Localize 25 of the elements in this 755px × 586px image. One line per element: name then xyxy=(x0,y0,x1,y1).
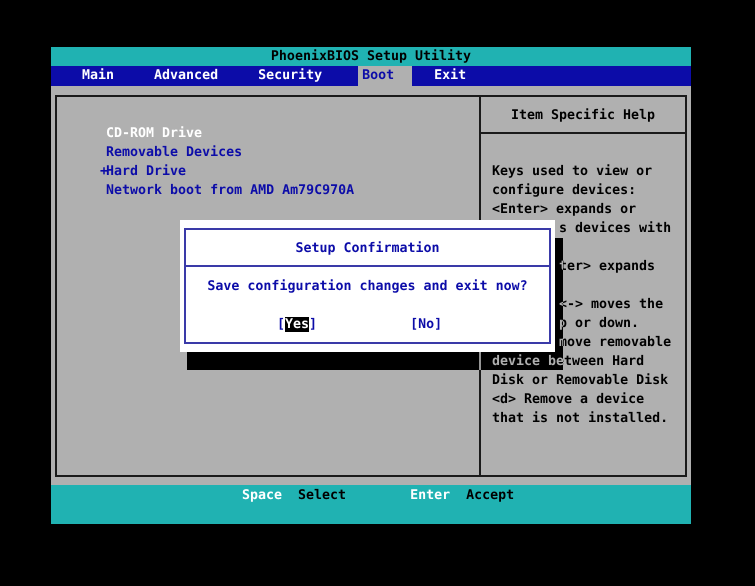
window-title: PhoenixBIOS Setup Utility xyxy=(51,47,691,66)
dialog-message: Save configuration changes and exit now? xyxy=(206,278,529,296)
menu-tab[interactable]: Advanced xyxy=(150,66,236,86)
dialog-title: Setup Confirmation xyxy=(186,230,549,267)
key-action: Accept xyxy=(466,487,514,505)
boot-item[interactable]: Removable Devices xyxy=(106,145,242,160)
help-title: Item Specific Help xyxy=(481,97,685,134)
cancel-button[interactable]: [No] xyxy=(410,315,442,334)
boot-item[interactable]: Network boot from AMD Am79C970A xyxy=(106,183,354,198)
help-text: <Enter> expands or xyxy=(492,201,636,219)
menu-tab[interactable]: Boot xyxy=(358,66,412,86)
help-text: that is not installed. xyxy=(492,410,668,428)
help-text: Keys used to view or xyxy=(492,163,652,181)
menu-tab[interactable]: Main xyxy=(78,66,132,86)
menu-tab[interactable]: Security xyxy=(254,66,340,86)
help-text: Disk or Removable Disk xyxy=(492,372,668,390)
help-text: s devices with xyxy=(559,220,672,238)
help-text: configure devices: xyxy=(492,182,636,200)
confirm-button[interactable]: [Yes] xyxy=(277,315,318,334)
key-label: Space xyxy=(242,487,282,505)
menu-tab[interactable]: Exit xyxy=(430,66,484,86)
help-text: <d> Remove a device xyxy=(492,391,644,409)
key-action: Select xyxy=(298,487,346,505)
key-label: Enter xyxy=(410,487,450,505)
boot-item[interactable]: +Hard Drive xyxy=(100,164,186,179)
